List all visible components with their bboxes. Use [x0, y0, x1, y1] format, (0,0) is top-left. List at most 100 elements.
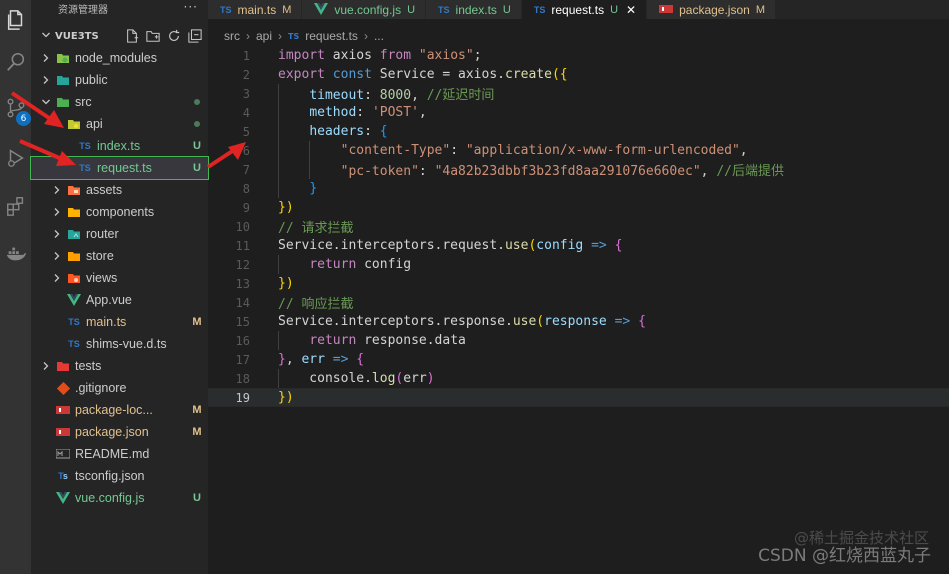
tree-item-shims-vue-d-ts[interactable]: TS shims-vue.d.ts	[31, 333, 208, 355]
tab-request-ts[interactable]: TS request.ts U ✕	[521, 0, 648, 19]
code-text: }	[309, 181, 318, 196]
code-text: return response.data	[309, 333, 466, 348]
code-text: timeout: 8000, //延迟时间	[309, 88, 495, 103]
line-number: 15	[235, 314, 250, 329]
line-number: 10	[235, 219, 250, 234]
code-text: export const Service = axios.create({	[278, 67, 568, 82]
line-number: 9	[242, 200, 250, 215]
chevron-right-icon[interactable]	[41, 361, 51, 371]
line-number: 19	[235, 390, 250, 405]
git-status-badge: M	[192, 426, 202, 438]
npm-file-icon	[55, 402, 71, 418]
line-number: 13	[235, 276, 250, 291]
code-line: 15 Service.interceptors.response.use(resp…	[208, 312, 949, 331]
tree-item-label: tests	[75, 359, 102, 373]
tree-item-gitignore[interactable]: .gitignore	[31, 377, 208, 399]
breadcrumb-file[interactable]: request.ts	[305, 29, 358, 43]
code-line: 17 }, err => {	[208, 350, 949, 369]
tree-item-label: tsconfig.json	[75, 469, 145, 483]
tab-label: index.ts	[455, 2, 497, 17]
code-line: 4 method: 'POST',	[208, 103, 949, 122]
close-icon[interactable]: ✕	[626, 3, 636, 17]
tree-item-package-loc[interactable]: package-loc... M	[31, 399, 208, 421]
tree-item-vue-config-js[interactable]: vue.config.js U	[31, 487, 208, 509]
code-line: 10 // 请求拦截	[208, 217, 949, 237]
tab-git-status: U	[502, 3, 511, 16]
tree-item-readme-md[interactable]: README.md	[31, 443, 208, 465]
docker-icon[interactable]	[0, 234, 31, 274]
tsconfig-file-icon: Ts	[58, 471, 68, 481]
line-number: 11	[235, 238, 250, 253]
chevron-right-icon[interactable]	[52, 207, 62, 217]
line-number: 14	[235, 295, 250, 310]
typescript-file-icon: TS	[68, 339, 80, 349]
views-folder-icon	[66, 270, 82, 286]
code-text: }, err => {	[278, 352, 365, 367]
code-line: 9})	[208, 198, 949, 217]
typescript-file-icon: TS	[438, 4, 450, 15]
git-status-badge: M	[192, 404, 202, 416]
tree-item-components[interactable]: components	[31, 201, 208, 223]
code-line: 12 return config	[208, 255, 949, 274]
git-status-badge: M	[192, 316, 202, 328]
code-line: 16 return response.data	[208, 331, 949, 350]
tree-item-views[interactable]: views	[31, 267, 208, 289]
annotation-arrows	[10, 91, 246, 169]
chevron-right-icon[interactable]	[52, 273, 62, 283]
tree-item-label: package-loc...	[75, 403, 153, 417]
tree-item-tests[interactable]: tests	[31, 355, 208, 377]
tree-item-store[interactable]: store	[31, 245, 208, 267]
breadcrumb-symbol[interactable]: ...	[374, 29, 384, 43]
chevron-right-icon[interactable]	[52, 229, 62, 239]
line-number: 18	[235, 371, 250, 386]
tree-item-label: store	[86, 249, 114, 263]
tests-folder-icon	[55, 358, 71, 374]
tree-item-label: App.vue	[86, 293, 132, 307]
tree-item-tsconfig-json[interactable]: Ts tsconfig.json	[31, 465, 208, 487]
tab-index-ts[interactable]: TS index.ts U	[426, 0, 522, 19]
code-text: Service.interceptors.response.use(respon…	[278, 314, 646, 329]
tree-item-main-ts[interactable]: TS main.ts M	[31, 311, 208, 333]
tab-package-json[interactable]: package.json M	[647, 0, 776, 19]
components-folder-icon	[66, 204, 82, 220]
npm-file-icon	[55, 424, 71, 440]
tab-vue-config-js[interactable]: vue.config.js U	[302, 0, 427, 19]
tab-git-status: U	[407, 3, 416, 16]
tree-item-router[interactable]: router	[31, 223, 208, 245]
code-text: })	[278, 276, 294, 291]
chevron-right-icon: ›	[363, 29, 368, 43]
tree-item-label: package.json	[75, 425, 149, 439]
tree-item-label: README.md	[75, 447, 150, 461]
code-text: return config	[309, 257, 412, 272]
tab-git-status: U	[610, 3, 619, 16]
tree-item-label: components	[86, 205, 155, 219]
arrow-to-editor	[206, 142, 246, 169]
router-folder-icon	[66, 226, 82, 242]
code-line: 5 headers: {	[208, 122, 949, 141]
tree-item-package-json[interactable]: package.json M	[31, 421, 208, 443]
code-editor[interactable]: 1 import axios from "axios"; 2 export const…	[208, 46, 949, 574]
markdown-file-icon	[55, 446, 71, 462]
tree-item-label: views	[86, 271, 118, 285]
line-number: 12	[235, 257, 250, 272]
store-folder-icon	[66, 248, 82, 264]
code-line: 2 export const Service = axios.create({	[208, 65, 949, 84]
tree-item-label: shims-vue.d.ts	[86, 337, 167, 351]
tree-item-app-vue[interactable]: App.vue	[31, 289, 208, 311]
line-number: 17	[235, 352, 250, 367]
code-line: 11 Service.interceptors.request.use(confi…	[208, 236, 949, 255]
tab-label: vue.config.js	[334, 2, 402, 17]
vue-file-icon	[314, 2, 329, 17]
vue-file-icon	[55, 490, 71, 506]
code-text: })	[278, 390, 294, 405]
tab-git-status: M	[282, 3, 292, 16]
chevron-right-icon[interactable]	[52, 251, 62, 261]
code-text: })	[278, 200, 294, 215]
csdn-watermark: CSDN @红烧西蓝丸子	[758, 546, 931, 566]
